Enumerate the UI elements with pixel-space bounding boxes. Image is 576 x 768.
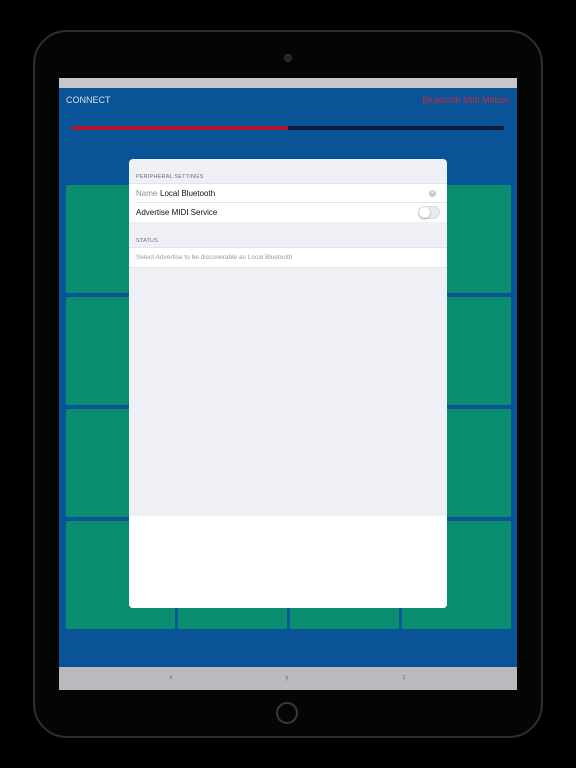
peripheral-settings-modal: PERIPHERAL SETTINGS Name ✕ Advertise MID… (129, 159, 447, 608)
name-row: Name ✕ (129, 183, 447, 203)
status-text: Select Advertise to be discoverable as L… (136, 254, 293, 261)
status-row: Select Advertise to be discoverable as L… (129, 247, 447, 268)
advertise-row: Advertise MIDI Service (129, 203, 447, 222)
axis-z-label: z (402, 675, 406, 681)
front-camera (285, 55, 291, 61)
status-bar (59, 78, 517, 88)
advertise-toggle[interactable] (418, 206, 440, 219)
advertise-label: Advertise MIDI Service (136, 208, 218, 217)
app-screen: CONNECT Bluetooth Midi Motion x y z PERI… (59, 78, 517, 690)
name-label: Name (136, 189, 158, 198)
axis-x-label: x (169, 675, 173, 681)
status-header: STATUS (136, 238, 159, 244)
name-input[interactable] (160, 187, 400, 200)
axis-y-label: y (285, 675, 289, 681)
toggle-knob (419, 207, 430, 218)
axis-bar: x y z (59, 667, 517, 690)
clear-icon[interactable]: ✕ (429, 190, 436, 197)
home-button[interactable] (276, 702, 298, 724)
modal-footer (129, 516, 447, 608)
peripheral-settings-header: PERIPHERAL SETTINGS (136, 174, 204, 180)
